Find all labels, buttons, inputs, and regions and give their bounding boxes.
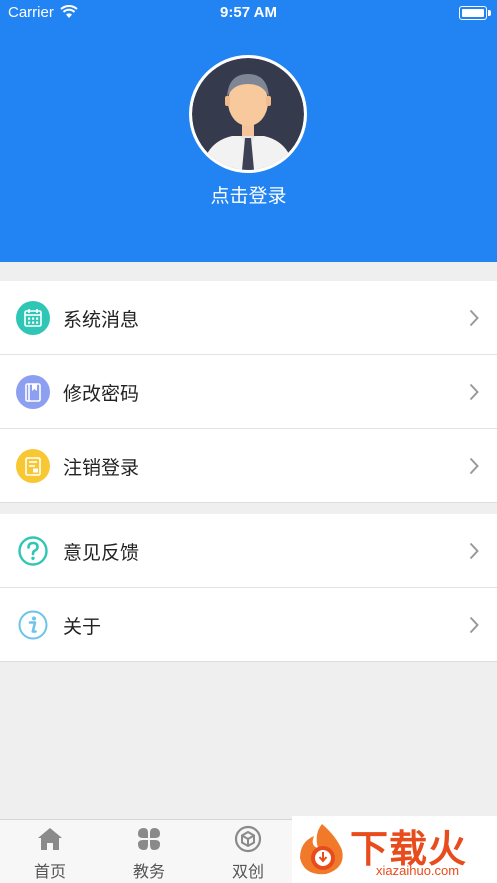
- chevron-right-icon: [469, 457, 479, 475]
- chevron-right-icon: [469, 383, 479, 401]
- tab-label: 首页: [33, 862, 66, 881]
- battery-icon: [459, 6, 487, 20]
- info-icon: [16, 608, 50, 642]
- menu-item-label: 关于: [63, 616, 102, 638]
- menu-item-label: 修改密码: [63, 383, 140, 405]
- tab-innovation[interactable]: 双创: [198, 820, 298, 883]
- grid-petals-icon: [138, 828, 160, 850]
- tab-home[interactable]: 首页: [0, 820, 100, 883]
- calendar-icon: [16, 301, 50, 335]
- avatar[interactable]: [189, 55, 307, 173]
- tab-label: 教务: [132, 862, 165, 881]
- profile-header: Carrier 9:57 AM 点击登录: [0, 0, 497, 262]
- tab-label: 双创: [231, 862, 264, 881]
- battery-cap: [488, 10, 491, 16]
- menu-group-primary: 系统消息 修改密码 注销登录: [0, 281, 497, 503]
- menu-item-label: 意见反馈: [63, 542, 140, 564]
- chevron-right-icon: [469, 616, 479, 634]
- book-icon: [16, 375, 50, 409]
- menu-item-feedback[interactable]: 意见反馈: [0, 514, 497, 588]
- question-icon: [16, 534, 50, 568]
- tab-academic[interactable]: 教务: [99, 820, 199, 883]
- menu-item-label: 系统消息: [63, 309, 140, 331]
- chevron-right-icon: [469, 309, 479, 327]
- menu-item-system-messages[interactable]: 系统消息: [0, 281, 497, 355]
- watermark-url: xiazaihuo.com: [376, 863, 460, 878]
- home-icon: [38, 828, 62, 850]
- menu-item-about[interactable]: 关于: [0, 588, 497, 662]
- flame-logo-icon: [300, 824, 343, 875]
- menu-item-logout[interactable]: 注销登录: [0, 429, 497, 503]
- status-bar: Carrier 9:57 AM: [0, 0, 497, 26]
- login-link[interactable]: 点击登录: [0, 181, 497, 208]
- menu-group-secondary: 意见反馈 关于: [0, 514, 497, 662]
- menu-item-change-password[interactable]: 修改密码: [0, 355, 497, 429]
- chevron-right-icon: [469, 542, 479, 560]
- user-avatar-icon: [192, 58, 304, 170]
- clock: 9:57 AM: [220, 4, 277, 21]
- watermark-overlay: 下载火 xiazaihuo.com: [292, 816, 497, 883]
- cube-circle-icon: [234, 825, 262, 853]
- menu-item-label: 注销登录: [63, 457, 140, 479]
- document-icon: [16, 449, 50, 483]
